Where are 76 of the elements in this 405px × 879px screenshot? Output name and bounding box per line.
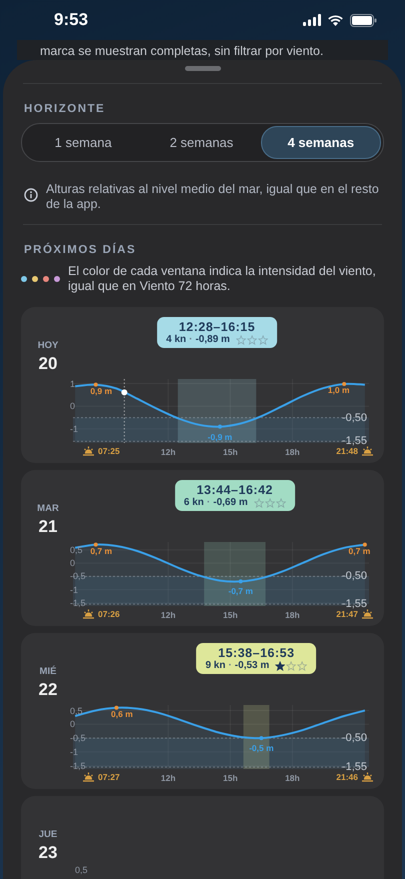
x-axis-label: 18h	[285, 447, 300, 457]
y-axis-label: 0,5	[70, 544, 83, 555]
window-height: -0,89 m	[195, 334, 230, 345]
reference-level-label: -1,55	[342, 435, 367, 448]
reference-level-label: -0,50	[342, 570, 367, 582]
tide-extreme-label: 1,0 m	[328, 384, 350, 395]
day-number: 23	[38, 843, 58, 863]
sunset-time: 21:46	[336, 772, 358, 782]
x-axis-label: 18h	[285, 610, 300, 620]
y-axis-label: -1	[70, 746, 78, 757]
sunset-time: 21:48	[336, 446, 358, 456]
reference-level-label: -0,50	[342, 412, 367, 424]
window-time: 13:44–16:42	[196, 483, 273, 497]
y-axis-label: -1	[70, 584, 78, 595]
sunset-time: 21:47	[336, 609, 358, 619]
y-axis-label: -0,5	[70, 571, 86, 582]
y-axis-label: 0,5	[70, 706, 83, 716]
horizon-tab[interactable]: 1 semana	[24, 126, 142, 159]
tide-extreme-label: 0,9 m	[90, 386, 112, 396]
separator-dot: ·	[206, 497, 210, 508]
day-card[interactable]: MIÉ 22 15:38–16:53 9 kn · -0,53 m 07:27 12h 15h 18h 21:46 0,5 0 -0,5 -1 -1,5 -0,50 -1,55 0,6 m -0,5 m	[21, 633, 384, 789]
tide-extreme-label: -0,9 m	[208, 432, 232, 442]
reference-level-label: -1,55	[342, 598, 367, 610]
y-axis-label: -1,5	[70, 760, 86, 771]
window-time: 12:28–16:15	[178, 320, 256, 334]
x-axis-label: 12h	[160, 447, 176, 457]
tide-extreme-label: 0,7 m	[348, 546, 370, 556]
x-axis-label: 12h	[160, 773, 176, 783]
x-axis-label: 15h	[222, 773, 238, 783]
window-time: 15:38–16:53	[218, 646, 295, 660]
weekday-label: HOY	[38, 340, 58, 351]
horizon-tab[interactable]: 4 semanas	[260, 126, 381, 159]
y-axis-label: 0	[70, 558, 76, 568]
y-axis-label: -1	[70, 424, 78, 434]
x-axis-label: 12h	[160, 610, 176, 620]
y-axis-label: -1,5	[70, 598, 86, 608]
day-card[interactable]: HOY 20 12:28–16:15 4 kn · -0,89 m 07:25 12h 15h 18h 21:48 1 0 -1 -0,50 -1,55 0,9 m -0,9 m 1,0 m	[21, 307, 384, 463]
tide-extreme-label: 0,7 m	[90, 546, 112, 556]
section-heading: PRÓXIMOS DÍAS	[24, 244, 138, 256]
tide-extreme-label: 0,6 m	[111, 708, 133, 719]
separator-dot: ·	[189, 334, 192, 345]
window-height: -0,69 m	[213, 497, 248, 508]
day-number: 20	[38, 354, 58, 374]
y-axis-label: 0	[70, 401, 76, 412]
sunrise-time: 07:27	[98, 772, 120, 782]
weekday-label: JUE	[38, 829, 58, 840]
window-height: -0,53 m	[234, 660, 270, 671]
wind-speed: 6 kn	[184, 497, 204, 508]
legend-text: El color de cada ventana indica la intensidad del viento, igual que en Viento 72 horas.	[68, 264, 377, 294]
y-axis-label: -0,5	[70, 733, 86, 744]
wind-speed: 4 kn	[166, 334, 186, 345]
y-axis-label: 1	[70, 378, 76, 389]
weekday-label: MAR	[37, 503, 59, 514]
info-text: Alturas relativas al nivel medio del mar, igual que en el resto de la app.	[46, 182, 380, 212]
background-sheet-text: marca se muestran completas, sin filtrar por viento.	[39, 44, 324, 58]
wind-speed: 9 kn	[205, 660, 226, 671]
section-heading: HORIZONTE	[24, 103, 106, 115]
day-number: 22	[38, 680, 58, 700]
y-axis-label: 0,5	[75, 865, 88, 875]
horizon-tab[interactable]: 2 semanas	[142, 126, 261, 159]
day-card[interactable]: MAR 21 13:44–16:42 6 kn · -0,69 m 07:26 12h 15h 18h 21:47 0,5 0 -0,5 -1 -1,5 -0,50 -1,55 0,7 m -0,7 m 0,7 m	[21, 470, 384, 626]
tide-extreme-label: -0,5 m	[249, 743, 274, 754]
status-time: 9:53	[54, 10, 88, 30]
weekday-label: MIÉ	[40, 666, 56, 677]
day-number: 21	[38, 517, 58, 537]
reference-level-label: -0,50	[342, 732, 367, 744]
x-axis-label: 18h	[285, 773, 300, 783]
sunrise-time: 07:26	[98, 609, 120, 619]
y-axis-label: 0	[70, 719, 76, 730]
day-card[interactable]: JUE 23 0,5	[21, 796, 384, 879]
separator-dot: ·	[228, 660, 232, 671]
x-axis-label: 15h	[222, 447, 238, 457]
x-axis-label: 15h	[222, 610, 238, 620]
sunrise-time: 07:25	[98, 446, 120, 456]
tide-extreme-label: -0,7 m	[228, 586, 253, 596]
reference-level-label: -1,55	[342, 761, 367, 774]
